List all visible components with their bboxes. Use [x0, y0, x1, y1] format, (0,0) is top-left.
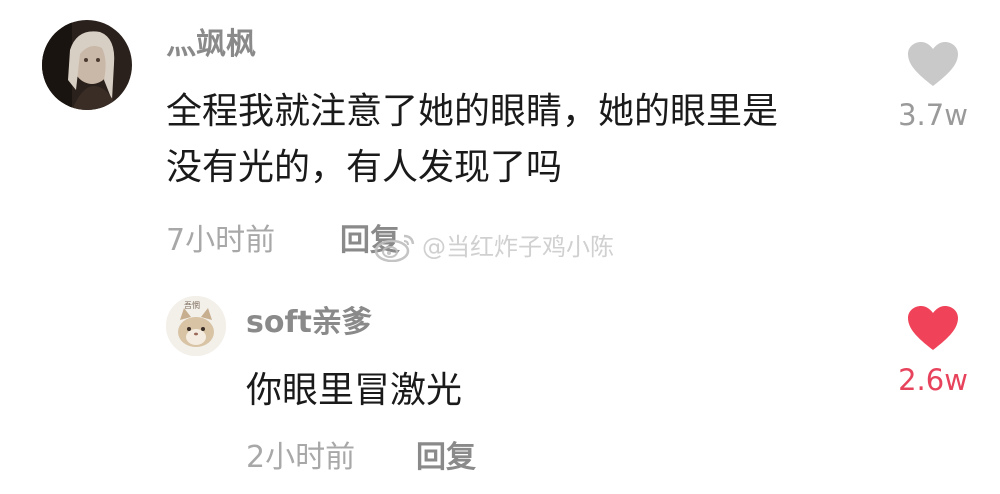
comment-text-line: 没有光的，有人发现了吗	[166, 147, 563, 188]
weibo-logo-icon	[374, 234, 415, 262]
reply-button[interactable]: 回复	[416, 443, 476, 473]
watermark-text: @当红炸子鸡小陈	[422, 233, 614, 261]
username[interactable]: soft亲爹	[246, 308, 372, 338]
heart-icon[interactable]	[906, 304, 960, 352]
avatar[interactable]: 吾惘	[166, 296, 226, 356]
like-count: 3.7w	[898, 98, 968, 132]
avatar-label: 吾惘	[184, 301, 200, 310]
timestamp: 7小时前	[166, 223, 276, 258]
dark-portrait-avatar-icon	[42, 20, 132, 110]
heart-icon[interactable]	[906, 40, 960, 88]
like-count: 2.6w	[898, 363, 968, 397]
username[interactable]: 灬飒枫	[166, 30, 256, 60]
timestamp: 2小时前	[246, 440, 356, 475]
comment-text-line: 你眼里冒激光	[246, 370, 463, 411]
watermark: @当红炸子鸡小陈	[374, 232, 614, 262]
comment-text-line: 全程我就注意了她的眼睛，她的眼里是	[166, 91, 779, 132]
avatar[interactable]	[42, 20, 132, 110]
